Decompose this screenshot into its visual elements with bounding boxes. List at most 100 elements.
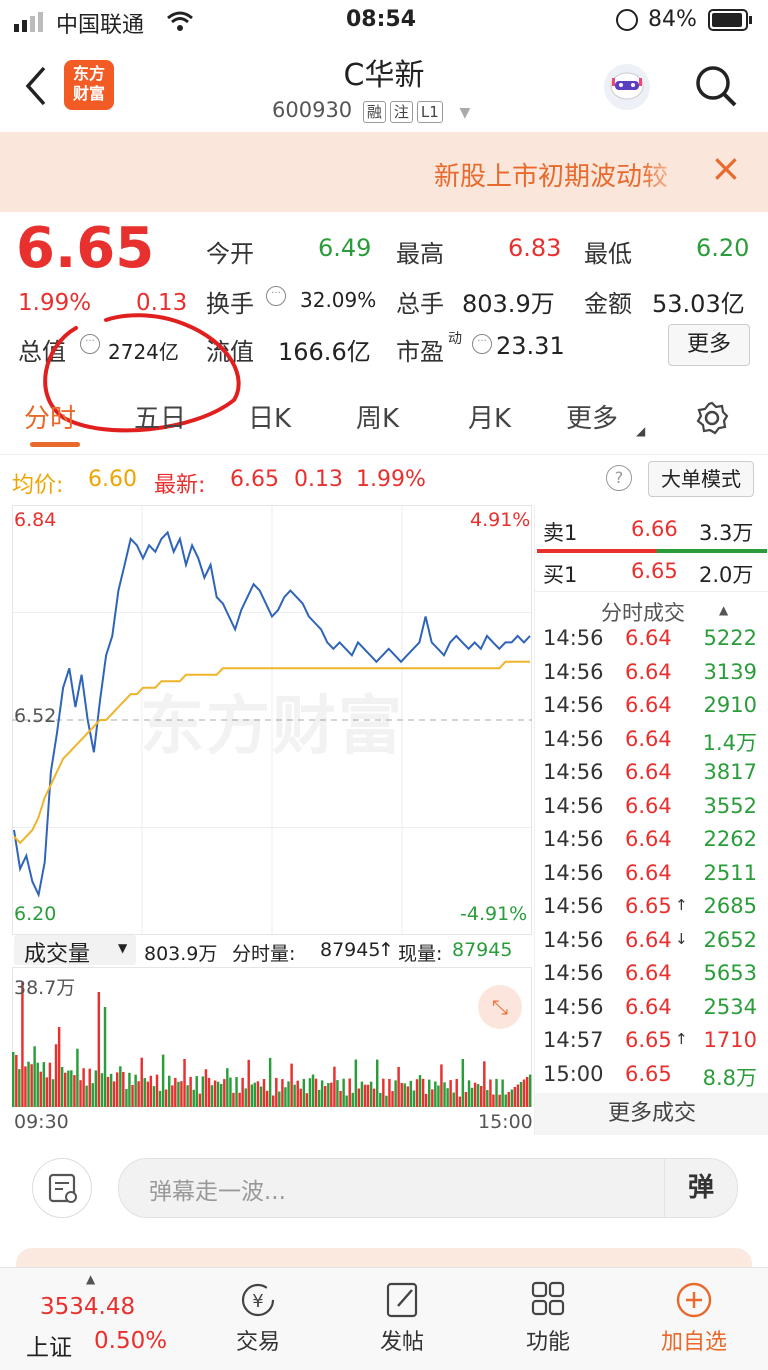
more-trades-button[interactable]: 更多成交 — [535, 1093, 768, 1135]
volume-bar — [265, 1090, 269, 1107]
volume-bar — [440, 1064, 443, 1107]
trade-quantity: 5222 — [703, 626, 757, 650]
trade-row: 15:00 6.65 8.8万 — [535, 1059, 768, 1092]
avg-label: 均价: — [12, 473, 64, 498]
volume-bar — [330, 1082, 333, 1107]
tab-five-day[interactable]: 五日 — [134, 398, 186, 435]
volume-bar — [382, 1078, 385, 1107]
danmu-input[interactable]: 弹幕走一波... 弹 — [118, 1158, 738, 1218]
carrier: 中国联通 — [56, 13, 145, 38]
volume-bar — [67, 1070, 70, 1107]
trade-quantity: 2262 — [703, 827, 757, 851]
volume-label: 成交量 — [24, 942, 91, 967]
volume-bar — [241, 1077, 244, 1107]
tab-more[interactable]: 更多 — [566, 398, 618, 435]
trade-quantity: 3817 — [703, 760, 757, 784]
big-order-mode-button[interactable]: 大单模式 — [648, 461, 754, 497]
volume-bar — [345, 1095, 348, 1107]
tab-monthly-k[interactable]: 月K — [468, 398, 511, 435]
nav-functions[interactable]: 功能 — [500, 1280, 596, 1364]
tag-margin: 融 — [362, 101, 386, 123]
volume-bar — [522, 1079, 526, 1107]
tab-intraday[interactable]: 分时 — [24, 398, 76, 435]
y-axis-bottom: 6.20 — [14, 903, 57, 925]
trade-row: 14:56 6.64 3139 — [535, 657, 768, 690]
notice-fade — [640, 148, 690, 196]
order-book: 卖1 6.66 3.3万 买1 6.65 2.0万 分时成交 ▲ 14:56 6.… — [534, 505, 768, 1135]
volume-bar — [253, 1082, 257, 1107]
pct-axis-top: 4.91% — [470, 509, 531, 531]
tab-daily-k[interactable]: 日K — [248, 398, 291, 435]
volume-bar — [60, 1067, 64, 1107]
volume-bar — [400, 1083, 403, 1107]
trade-row: 14:56 6.64 2262 — [535, 824, 768, 857]
volume-bar — [73, 1075, 76, 1107]
volume-bar — [116, 1072, 119, 1107]
volume-bar — [415, 1079, 419, 1107]
volume-bar — [30, 1064, 33, 1107]
volume-bar — [486, 1090, 489, 1107]
nav-add-watchlist[interactable]: 加自选 — [646, 1280, 742, 1364]
volume-bar — [489, 1079, 492, 1107]
volume-bar — [314, 1078, 318, 1107]
tab-weekly-k[interactable]: 周K — [356, 398, 399, 435]
help-icon[interactable]: ? — [606, 465, 632, 491]
volume-bar — [327, 1083, 330, 1107]
pe-label: 市盈 — [396, 338, 444, 366]
add-circle-icon — [676, 1282, 712, 1318]
volume-bar — [525, 1077, 529, 1107]
more-button[interactable]: 更多 — [668, 324, 750, 366]
notice-banner[interactable]: 新股上市初期波动较 × — [0, 132, 768, 212]
trade-quantity: 3139 — [703, 659, 757, 684]
trade-direction-icon: ↑ — [675, 896, 688, 914]
volume-bar — [320, 1080, 324, 1107]
volume-bar — [495, 1078, 498, 1107]
volume-bar — [189, 1076, 192, 1107]
low-label: 最低 — [584, 240, 632, 268]
volume-bar — [94, 1070, 98, 1107]
search-icon[interactable] — [694, 64, 738, 112]
nav-post[interactable]: 发帖 — [354, 1280, 450, 1364]
latest-percent: 1.99% — [356, 467, 426, 492]
volume-indicator-dropdown[interactable]: 成交量 ▼ — [14, 935, 136, 967]
volume-bar-chart[interactable] — [12, 967, 532, 1107]
robot-avatar-icon[interactable] — [604, 64, 650, 110]
danmu-settings-icon[interactable] — [32, 1158, 92, 1218]
nav-trade[interactable]: ¥ 交易 — [210, 1280, 306, 1364]
close-icon[interactable]: × — [710, 146, 742, 190]
buy1-label: 买1 — [543, 563, 578, 587]
nav-trade-label: 交易 — [235, 1330, 280, 1355]
pe-value: 23.31 — [496, 332, 565, 360]
volume-bar — [281, 1079, 284, 1107]
high-label: 最高 — [396, 240, 444, 268]
stock-code-row[interactable]: 600930 融注 L1 ▼ — [272, 98, 470, 123]
settings-gear-icon[interactable] — [694, 400, 730, 440]
volume-bar — [201, 1076, 205, 1107]
volume-bar — [103, 1007, 107, 1107]
volume-bar — [198, 1093, 202, 1107]
volume-bar — [109, 1073, 113, 1107]
trade-price: 6.64 — [625, 860, 672, 885]
period-tabs: 分时 五日 日K 周K 月K 更多 ◢ — [0, 382, 768, 455]
trade-price: 6.64 — [625, 994, 672, 1019]
volume-bar — [476, 1084, 480, 1107]
volume-bar — [85, 1085, 88, 1107]
volume-bar — [177, 1081, 180, 1107]
amount-value: 53.03亿 — [652, 290, 745, 318]
danmu-send-button[interactable]: 弹 — [664, 1159, 737, 1217]
index-widget[interactable]: ▲ 3534.48 上证 0.50% — [0, 1268, 180, 1370]
volume-bar — [131, 1084, 134, 1107]
low-value: 6.20 — [696, 234, 750, 262]
volume-bar — [290, 1063, 293, 1107]
volume-bar — [333, 1066, 336, 1107]
volume-bar — [510, 1089, 514, 1107]
volume-bar — [91, 1083, 94, 1107]
arrow-up-icon: ↑ — [378, 939, 394, 961]
volume-bar — [88, 1068, 91, 1107]
volume-bar — [247, 1059, 250, 1107]
expand-icon[interactable]: ⤡ — [478, 985, 522, 1029]
info-icon[interactable]: ··· — [266, 286, 286, 306]
info-icon[interactable]: ··· — [472, 334, 492, 354]
volume-bar — [256, 1081, 260, 1107]
trade-quantity: 2511 — [703, 860, 757, 885]
